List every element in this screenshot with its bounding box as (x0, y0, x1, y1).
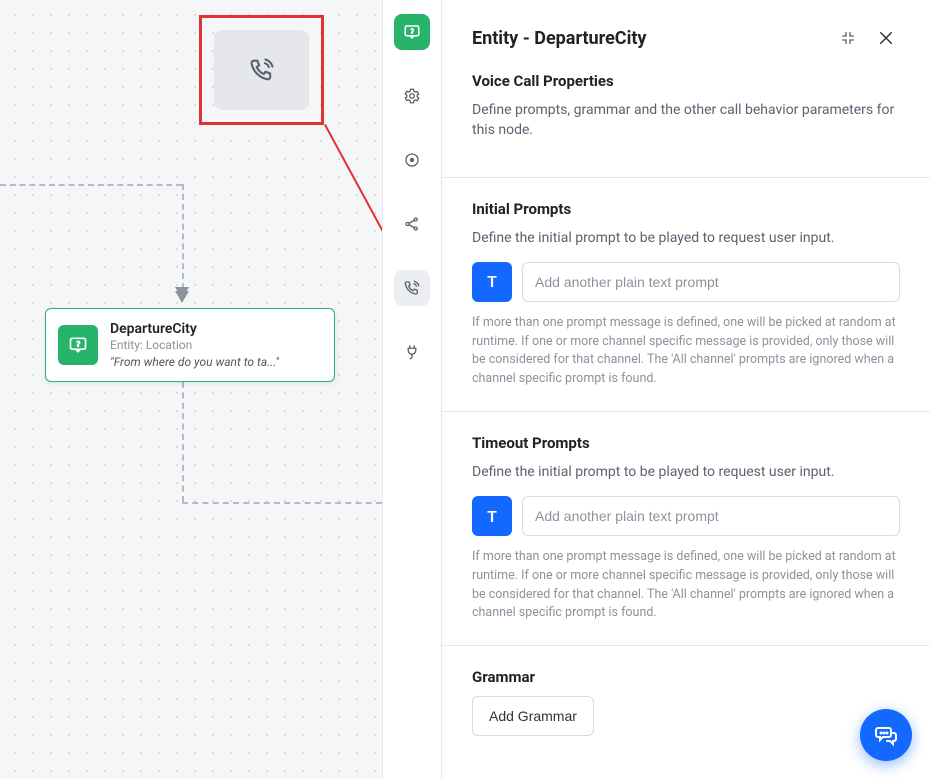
panel-title: Entity - DepartureCity (472, 28, 824, 49)
tab-voice[interactable] (394, 270, 430, 306)
tab-power[interactable] (394, 334, 430, 370)
callout-phone-tile (214, 30, 309, 110)
timeout-prompt-input[interactable] (522, 496, 900, 536)
section-heading: Timeout Prompts (472, 434, 900, 452)
section-description: Define the initial prompt to be played t… (472, 228, 900, 248)
gear-icon (403, 87, 421, 105)
close-icon (877, 29, 895, 47)
entity-node-card[interactable]: DepartureCity Entity: Location "From whe… (45, 308, 335, 382)
section-help-text: If more than one prompt message is defin… (472, 314, 900, 389)
collapse-button[interactable] (834, 24, 862, 52)
entity-node-icon (58, 325, 98, 365)
entity-node-subtitle: Entity: Location (110, 338, 279, 352)
text-prompt-glyph: T (487, 272, 497, 291)
section-voice-properties: Voice Call Properties Define prompts, gr… (442, 72, 930, 178)
phone-call-icon (403, 279, 421, 297)
tab-settings[interactable] (394, 78, 430, 114)
details-panel: Entity - DepartureCity Voice Call Proper… (442, 0, 930, 779)
section-help-text: If more than one prompt message is defin… (472, 548, 900, 623)
add-grammar-button[interactable]: Add Grammar (472, 696, 594, 736)
tab-entity[interactable] (394, 14, 430, 50)
chat-bubbles-icon (874, 723, 898, 747)
message-question-icon (68, 335, 88, 355)
panel-header: Entity - DepartureCity (442, 0, 930, 72)
share-nodes-icon (403, 215, 421, 233)
section-heading: Initial Prompts (472, 200, 900, 218)
section-description: Define prompts, grammar and the other ca… (472, 100, 900, 141)
entity-node-prompt: "From where do you want to ta..." (110, 355, 279, 369)
section-initial-prompts: Initial Prompts Define the initial promp… (442, 200, 930, 412)
message-question-icon (403, 23, 421, 41)
entity-node-title: DepartureCity (110, 321, 279, 337)
section-description: Define the initial prompt to be played t… (472, 462, 900, 482)
section-timeout-prompts: Timeout Prompts Define the initial promp… (442, 434, 930, 646)
text-prompt-glyph: T (487, 507, 497, 526)
tab-share[interactable] (394, 206, 430, 242)
panel-tabstrip (382, 0, 442, 779)
initial-prompt-input[interactable] (522, 262, 900, 302)
callout-highlight-large (199, 15, 324, 125)
phone-call-icon (248, 56, 276, 84)
flow-canvas[interactable]: DepartureCity Entity: Location "From whe… (0, 0, 382, 779)
minimize-icon (840, 30, 856, 46)
entity-node-text: DepartureCity Entity: Location "From whe… (110, 321, 279, 369)
add-grammar-label: Add Grammar (489, 708, 577, 724)
chat-fab[interactable] (860, 709, 912, 761)
section-heading: Grammar (472, 668, 900, 686)
flow-connector (0, 184, 182, 186)
section-heading: Voice Call Properties (472, 72, 900, 90)
text-prompt-button[interactable]: T (472, 496, 512, 536)
record-circle-icon (403, 151, 421, 169)
prompt-input-row: T (472, 496, 900, 536)
tab-record[interactable] (394, 142, 430, 178)
text-prompt-button[interactable]: T (472, 262, 512, 302)
flow-connector (182, 502, 382, 504)
close-button[interactable] (872, 24, 900, 52)
flow-connector (182, 382, 184, 502)
prompt-input-row: T (472, 262, 900, 302)
arrow-down-icon (175, 287, 189, 299)
plug-icon (403, 343, 421, 361)
flow-connector (182, 184, 184, 299)
section-grammar: Grammar Add Grammar (442, 668, 930, 758)
